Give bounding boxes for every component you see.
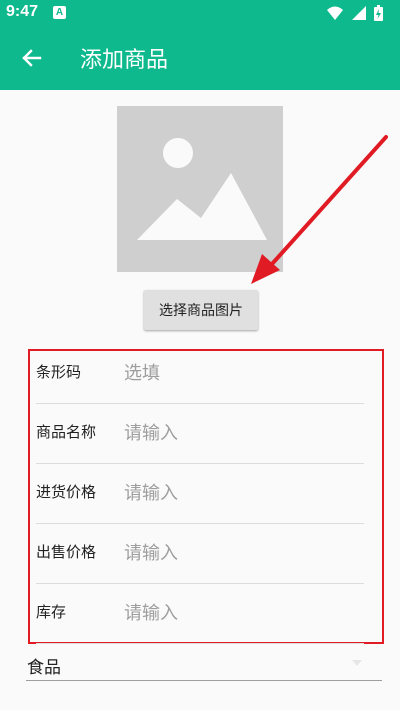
back-button[interactable] (14, 40, 50, 76)
product-name-label: 商品名称 (36, 423, 97, 441)
page-title: 添加商品 (80, 48, 169, 73)
category-value: 食品 (27, 658, 61, 678)
purchase-price-row: 进货价格 (36, 464, 364, 524)
notification-icon: A (53, 6, 66, 19)
purchase-price-label: 进货价格 (36, 483, 97, 501)
stock-row: 库存 (36, 584, 364, 644)
barcode-input[interactable] (124, 354, 360, 392)
stock-input[interactable] (124, 594, 360, 632)
barcode-label: 条形码 (36, 363, 82, 381)
status-icons (327, 5, 383, 21)
barcode-row: 条形码 (36, 344, 364, 404)
arrow-left-icon (22, 49, 42, 67)
status-time: 9:47 (6, 3, 39, 20)
product-image[interactable] (117, 106, 283, 272)
product-name-row: 商品名称 (36, 404, 364, 464)
sale-price-input[interactable] (124, 534, 360, 572)
sale-price-label: 出售价格 (36, 543, 97, 561)
sale-price-row: 出售价格 (36, 524, 364, 584)
battery-charging-icon (374, 5, 383, 21)
image-placeholder-icon (137, 138, 267, 240)
signal-icon (352, 6, 366, 20)
stock-label: 库存 (36, 603, 67, 621)
category-select[interactable]: 食品 (26, 650, 382, 681)
divider (36, 643, 364, 644)
select-image-button[interactable]: 选择商品图片 (144, 290, 258, 330)
purchase-price-input[interactable] (124, 474, 360, 512)
status-bar: 9:47 A (0, 0, 400, 26)
dropdown-triangle-icon (352, 660, 362, 666)
app-bar: 添加商品 (0, 26, 400, 90)
wifi-icon (327, 6, 343, 20)
product-name-input[interactable] (124, 414, 360, 452)
